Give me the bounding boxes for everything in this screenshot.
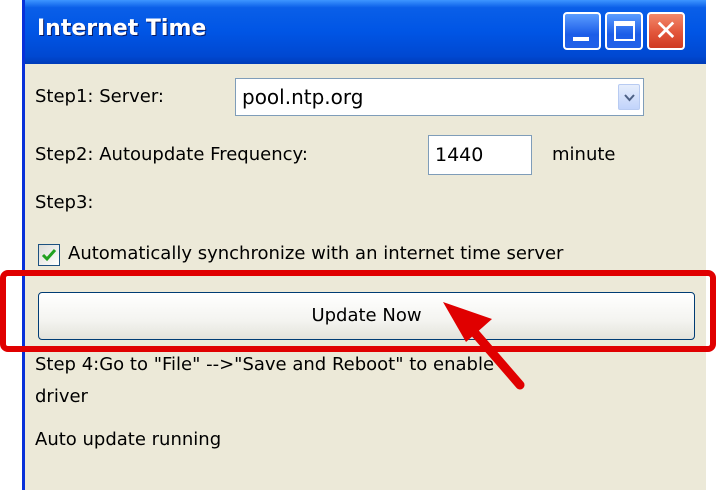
annotation-arrow-icon: [443, 302, 525, 390]
